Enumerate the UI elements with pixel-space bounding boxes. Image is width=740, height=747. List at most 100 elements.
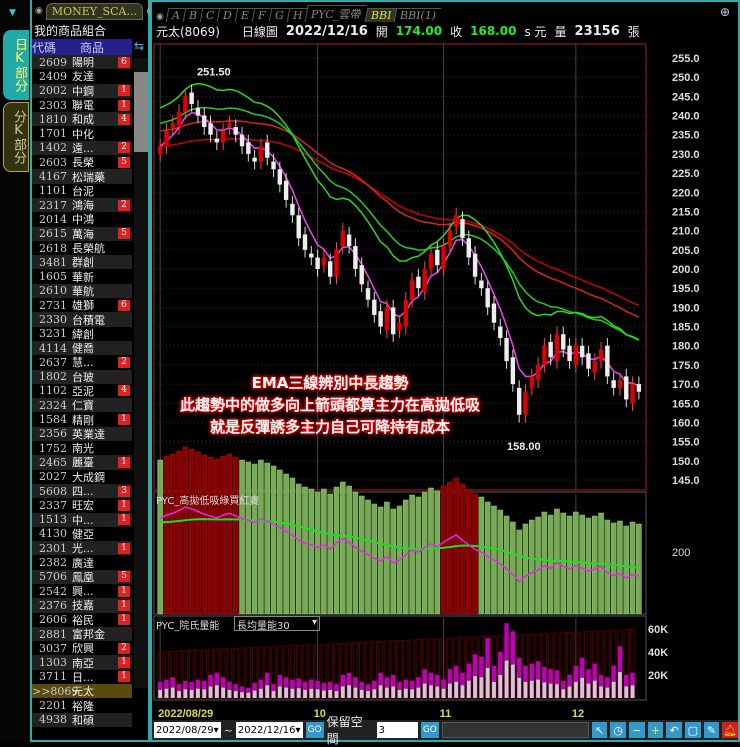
zoom-icon[interactable]: ⊕: [720, 5, 730, 19]
watchlist-row[interactable]: 1102 亞泥 4: [32, 384, 132, 398]
watchlist-row[interactable]: 3711 日... 1: [32, 670, 132, 684]
tab-8[interactable]: PYC_雲帶: [304, 5, 368, 22]
watchlist-row[interactable]: 5706 鳳凰 5: [32, 569, 132, 584]
ema-line: [160, 138, 640, 307]
fit-icon[interactable]: ▢: [685, 722, 701, 738]
volume-base-bar: [328, 689, 333, 698]
watchlist-row[interactable]: 4167 松瑞藥: [32, 169, 132, 184]
watchlist-row[interactable]: 4130 健亞: [32, 527, 132, 541]
watchlist-row[interactable]: 2382 廣達: [32, 555, 132, 570]
watchlist-row[interactable]: 1303 南亞 1: [32, 655, 132, 670]
watchlist-row[interactable]: 2465 麗臺 1: [32, 455, 132, 470]
watchlist-row[interactable]: 2881 富邦金: [32, 626, 132, 642]
watchlist-row[interactable]: 2409 友達: [32, 69, 132, 84]
collapse-icon[interactable]: ▼: [9, 8, 16, 18]
volume-base-bar: [592, 680, 597, 698]
tab-menu-icon[interactable]: ◉: [156, 12, 164, 22]
candle-body: [176, 111, 182, 128]
candle-body: [246, 142, 251, 154]
watchlist-row[interactable]: 2301 光... 1: [32, 541, 132, 556]
symbol: 元太(8069): [156, 24, 220, 39]
watchlist-row[interactable]: 1101 台泥: [32, 184, 132, 198]
watchlist-tab[interactable]: MONEY_SCA...: [45, 2, 143, 20]
watchlist-row[interactable]: 2637 慧... 2: [32, 355, 132, 369]
watchlist-row[interactable]: 2615 萬海 5: [32, 226, 132, 241]
signal-badge: 1: [118, 585, 130, 597]
volume-base-bar: [246, 692, 251, 698]
watchlist-row[interactable]: 2376 技嘉 1: [32, 598, 132, 613]
watchlist-row[interactable]: >>8069 元太: [32, 684, 132, 699]
watchlist-row[interactable]: 2303 聯電 1: [32, 98, 132, 112]
draw-icon[interactable]: ✎: [703, 722, 720, 738]
y-tick-label: 225.0: [672, 168, 700, 180]
indicator-bar: [188, 448, 195, 615]
candle-body: [598, 349, 604, 362]
stock-code: 1303: [39, 656, 67, 670]
clock-icon[interactable]: ◷: [610, 722, 627, 738]
tab-9[interactable]: BBI: [364, 8, 397, 22]
watchlist-row[interactable]: 4114 健喬: [32, 340, 132, 356]
watchlist-row[interactable]: 1402 遠... 2: [32, 140, 132, 156]
watchlist-row[interactable]: 1605 華新: [32, 269, 132, 284]
undo-icon[interactable]: ↶: [666, 722, 682, 738]
watchlist-row[interactable]: 2317 鴻海 2: [32, 197, 132, 213]
from-date-input[interactable]: 2022/08/29 ▾: [154, 722, 221, 738]
swap-icon[interactable]: ⇆: [134, 39, 144, 53]
watchlist-row[interactable]: 2603 長榮 5: [32, 155, 132, 169]
col-name[interactable]: 商品: [80, 39, 104, 55]
watchlist-row[interactable]: 2609 陽明 6: [32, 55, 132, 70]
watchlist-row[interactable]: 3231 緯創: [32, 327, 132, 341]
watchlist-row[interactable]: 1701 中化: [32, 126, 132, 141]
watchlist-row[interactable]: 4938 和碩: [32, 712, 132, 727]
arrow-icon[interactable]: ↖: [591, 722, 608, 738]
go-button[interactable]: GO: [305, 722, 324, 738]
dropdown-icon[interactable]: ◉: [35, 6, 43, 16]
volume-base-bar: [202, 689, 207, 698]
watchlist-row[interactable]: 2356 英業達: [32, 426, 132, 442]
stock-code: 2317: [39, 198, 67, 212]
watchlist-row[interactable]: 2337 旺宏 1: [32, 498, 132, 512]
watchlist-row[interactable]: 2201 裕隆: [32, 698, 132, 713]
watchlist-row[interactable]: 1752 南光: [32, 441, 132, 456]
tab-10[interactable]: BBI(1): [393, 8, 442, 22]
volume-base-bar: [573, 681, 578, 698]
watchlist-row[interactable]: 1802 台玻: [32, 369, 132, 384]
watchlist-row[interactable]: 2027 大成鋼: [32, 470, 132, 484]
y-tick-label: 170.0: [672, 379, 700, 391]
watchlist-row[interactable]: 3481 群創: [32, 255, 132, 270]
horizontal-scrollbar[interactable]: [441, 722, 589, 738]
candle-body: [208, 123, 213, 135]
watchlist-row[interactable]: 3037 欣興 2: [32, 641, 132, 655]
zoom-in-icon[interactable]: +: [647, 722, 664, 738]
signal-badge: 6: [118, 299, 130, 311]
watchlist-row[interactable]: 2002 中鋼 1: [32, 83, 132, 98]
to-date-input[interactable]: 2022/12/16 ▾: [235, 722, 303, 738]
col-code[interactable]: 代碼: [32, 39, 80, 55]
go-button-2[interactable]: GO: [420, 722, 439, 738]
indicator-bar: [466, 488, 472, 615]
watchlist-row[interactable]: 1810 和成 4: [32, 112, 132, 127]
watchlist-row[interactable]: 2542 興... 1: [32, 584, 132, 598]
volume-mode-select[interactable]: 長均量能30 ▾: [234, 616, 320, 632]
watchlist-row[interactable]: 2610 華航: [32, 283, 132, 299]
watchlist-row[interactable]: 2618 長榮航: [32, 241, 132, 256]
y-tick-label: 180.0: [672, 341, 700, 353]
keep-space-input[interactable]: 3: [376, 722, 418, 738]
watchlist-row[interactable]: 1584 精剛 1: [32, 412, 132, 427]
stock-code: 4130: [39, 527, 67, 541]
tab-6[interactable]: G: [268, 8, 289, 22]
watchlist-row[interactable]: 2324 仁寶: [32, 398, 132, 413]
watchlist-row[interactable]: 2330 台積電: [32, 312, 132, 327]
watchlist-row[interactable]: 2731 雄獅 6: [32, 298, 132, 312]
candle-body: [542, 345, 547, 365]
scrollbar[interactable]: [134, 58, 148, 688]
watchlist-row[interactable]: 2606 裕民 1: [32, 613, 132, 627]
watchlist-row[interactable]: 1513 中... 1: [32, 512, 132, 527]
indicator-bar: [308, 488, 315, 615]
tab-minute-k[interactable]: 分K部分: [3, 102, 29, 172]
zoom-out-icon[interactable]: −: [629, 722, 645, 738]
tab-daily-k[interactable]: 日K部分: [3, 30, 29, 100]
watchlist-row[interactable]: 5608 四... 3: [32, 483, 132, 499]
bell-icon[interactable]: 🔔︎: [722, 722, 738, 738]
watchlist-row[interactable]: 2014 中鴻: [32, 212, 132, 227]
